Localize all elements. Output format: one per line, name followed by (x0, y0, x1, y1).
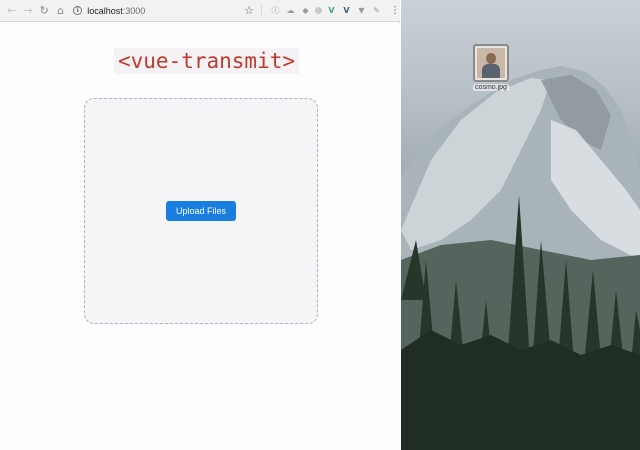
bookmark-star-icon[interactable]: ☆ (244, 5, 254, 16)
extensions-bar: ⓘ ☁ ◆ V V ▼ ✎ (260, 3, 382, 18)
site-info-icon[interactable]: i (73, 6, 83, 15)
url-host: localhost (87, 5, 123, 16)
file-name: cosmo.jpg (473, 84, 509, 91)
url-port: :3000 (122, 5, 146, 16)
desktop-background: cosmo.jpg (401, 0, 640, 450)
mountain-landscape (401, 66, 640, 450)
vue-icon[interactable]: ▼ (356, 5, 367, 16)
forward-icon[interactable]: → (21, 4, 34, 18)
home-icon[interactable]: ⌂ (54, 4, 67, 18)
vuex-icon[interactable]: V (341, 5, 352, 16)
address-bar[interactable]: i localhost:3000 ☆ (73, 3, 254, 19)
back-icon[interactable]: ← (5, 4, 18, 18)
page-content: <vue-transmit> Upload Files (0, 23, 400, 450)
browser-toolbar: ← → ↻ ⌂ i localhost:3000 ☆ ⓘ ☁ ◆ V V ▼ ✎… (0, 0, 400, 22)
cloud-icon[interactable]: ☁ (285, 5, 296, 16)
dropzone[interactable]: Upload Files (84, 98, 318, 324)
url-text: localhost:3000 (87, 6, 145, 16)
dropbox-icon[interactable]: ◆ (300, 5, 311, 16)
desktop-file[interactable]: cosmo.jpg (471, 44, 511, 91)
browser-window: ← → ↻ ⌂ i localhost:3000 ☆ ⓘ ☁ ◆ V V ▼ ✎… (0, 0, 400, 450)
menu-icon[interactable]: ⋮ (390, 5, 400, 16)
info-ext-icon[interactable]: ⓘ (270, 5, 281, 16)
photo-thumbnail-image (477, 48, 505, 78)
page-title: <vue-transmit> (114, 48, 300, 74)
vue-devtools-icon[interactable]: V (326, 5, 337, 16)
file-thumbnail[interactable] (473, 44, 509, 82)
pencil-icon[interactable]: ✎ (371, 5, 382, 16)
upload-files-button[interactable]: Upload Files (166, 201, 236, 221)
extension-icon[interactable] (314, 7, 322, 14)
reload-icon[interactable]: ↻ (38, 4, 51, 18)
